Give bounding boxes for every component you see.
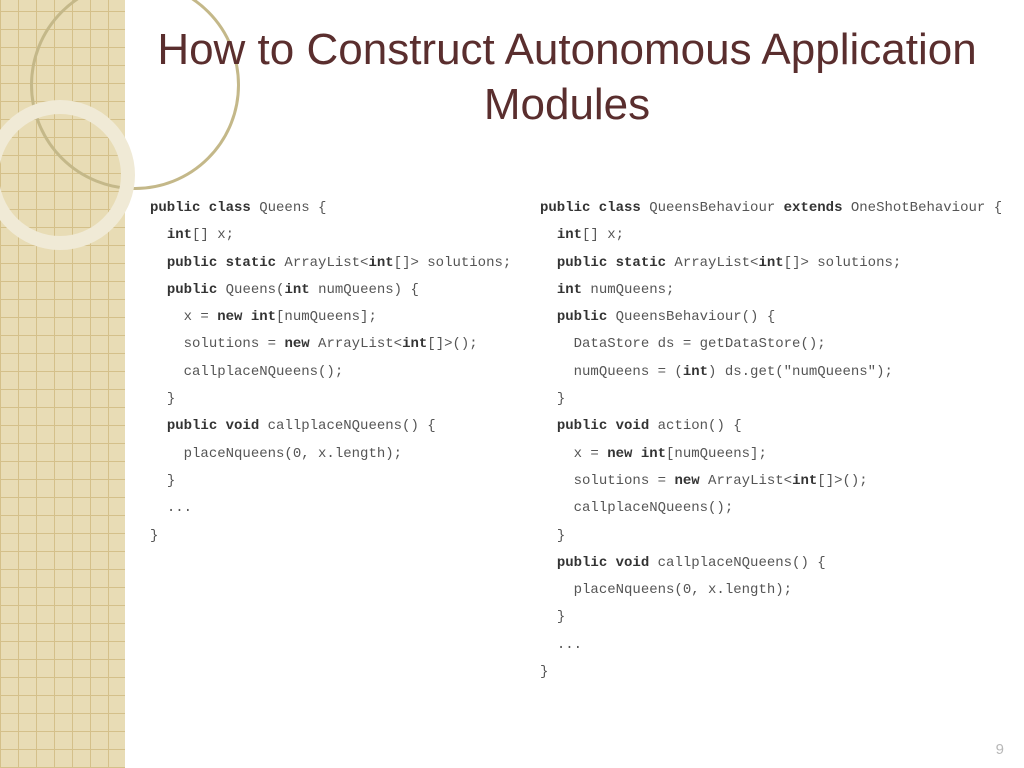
slide-title: How to Construct Autonomous Application … [150, 22, 984, 132]
slide-content: public class Queens { int[] x; public st… [150, 195, 994, 686]
page-number: 9 [996, 741, 1004, 758]
code-block-left: public class Queens { int[] x; public st… [150, 195, 520, 550]
code-block-right: public class QueensBehaviour extends One… [540, 195, 1002, 686]
